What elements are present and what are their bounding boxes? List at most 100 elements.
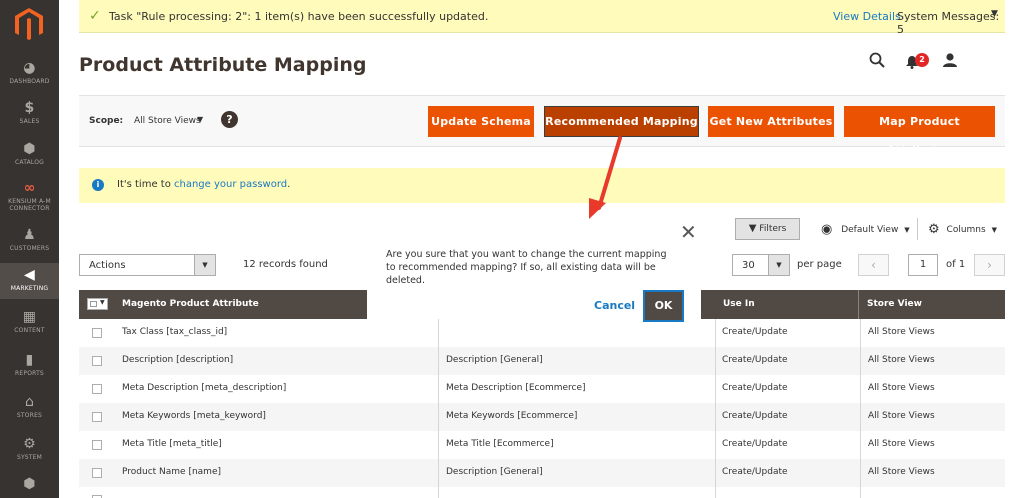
nav-item-catalog[interactable]: ⬢ CATALOG: [0, 141, 59, 166]
nav-label: STORES: [16, 412, 43, 419]
cell-store-view: All Store Views: [868, 327, 935, 337]
gear-icon: ⚙: [23, 436, 36, 452]
nav-item-dashboard[interactable]: ◕ DASHBOARD: [0, 60, 59, 85]
cell-store-view: All Store Views: [868, 355, 935, 365]
cell-attribute: Description [description]: [122, 355, 234, 365]
megaphone-icon: ◀: [24, 267, 35, 283]
password-notice: i It's time to change your password.: [79, 168, 1005, 203]
view-details-link[interactable]: View Details: [833, 10, 901, 23]
column-divider: [438, 319, 439, 498]
row-checkbox[interactable]: [92, 384, 102, 394]
column-header-attribute[interactable]: Magento Product Attribute: [122, 299, 259, 309]
mass-select-checkbox[interactable]: ▼: [87, 298, 108, 310]
cell-store-view: All Store Views: [868, 411, 935, 421]
nav-label: KENSIUM A-M: [8, 198, 51, 205]
notice-prefix: It's time to: [117, 179, 174, 190]
column-header-use-in[interactable]: Use In: [723, 299, 755, 309]
page-total: of 1: [946, 259, 966, 270]
nav-item-sales[interactable]: $ SALES: [0, 100, 59, 125]
nav-label: CUSTOMERS: [9, 245, 50, 252]
nav-label: CATALOG: [14, 159, 45, 166]
nav-label: CONTENT: [14, 327, 45, 334]
notice-text: It's time to change your password.: [117, 179, 290, 190]
cell-mapped: Description [General]: [446, 355, 543, 365]
content-icon: ▦: [22, 309, 37, 325]
person-icon: ♟: [23, 227, 36, 243]
recommended-mapping-button[interactable]: Recommended Mapping: [544, 106, 699, 137]
cell-use-in: Create/Update: [722, 467, 788, 477]
table-row[interactable]: Meta Title [meta_title] Meta Title [Ecom…: [79, 431, 1005, 459]
row-checkbox[interactable]: [92, 468, 102, 478]
checkbox-square: [90, 301, 97, 307]
chevron-down-icon: ▼: [100, 299, 105, 306]
dollar-icon: $: [24, 100, 35, 116]
columns-switcher[interactable]: ⚙ Columns ▼: [928, 222, 997, 237]
store-icon: ⌂: [24, 394, 35, 410]
prev-page-button[interactable]: ‹: [858, 254, 889, 276]
user-account-icon[interactable]: [942, 52, 958, 72]
table-row[interactable]: Product Name [name] Description [General…: [79, 459, 1005, 487]
ok-button[interactable]: OK: [643, 290, 684, 322]
magento-logo-icon[interactable]: [12, 6, 46, 42]
table-header-left: ▼ Magento Product Attribute: [79, 290, 367, 319]
column-divider: [860, 319, 861, 498]
table-row[interactable]: [79, 487, 1005, 498]
help-icon[interactable]: ?: [221, 111, 238, 128]
cell-attribute: Product Name [name]: [122, 467, 221, 477]
chevron-down-icon: ▼: [904, 226, 910, 234]
nav-item-reports[interactable]: ▮ REPORTS: [0, 352, 59, 377]
cell-use-in: Create/Update: [722, 355, 788, 365]
next-page-button[interactable]: ›: [974, 254, 1005, 276]
scope-switcher[interactable]: All Store Views: [134, 116, 201, 126]
row-checkbox[interactable]: [92, 440, 102, 450]
row-checkbox[interactable]: [92, 356, 102, 366]
confirm-message: Are you sure that you want to change the…: [386, 249, 667, 286]
map-product-attributes-button[interactable]: Map Product Attributes: [844, 106, 995, 157]
connector-icon: ∞: [23, 180, 36, 196]
column-divider: [715, 319, 716, 498]
notice-suffix: .: [287, 179, 291, 190]
search-icon[interactable]: [869, 52, 885, 72]
nav-label: SALES: [19, 118, 40, 125]
table-row[interactable]: Description [description] Description [G…: [79, 347, 1005, 375]
mass-actions-select[interactable]: Actions ▼: [79, 254, 216, 276]
checkmark-icon: ✓: [89, 8, 101, 24]
row-checkbox[interactable]: [92, 328, 102, 338]
filter-icon: ▼: [748, 223, 757, 234]
close-icon[interactable]: ✕: [680, 220, 697, 244]
column-header-store-view[interactable]: Store View: [867, 299, 922, 309]
table-row[interactable]: Meta Keywords [meta_keyword] Meta Keywor…: [79, 403, 1005, 431]
info-icon: i: [92, 179, 104, 191]
nav-item-customers[interactable]: ♟ CUSTOMERS: [0, 227, 59, 252]
scope-toolbar: Scope: All Store Views ▼ ? Update Schema…: [79, 95, 1005, 157]
cancel-button[interactable]: Cancel: [594, 299, 635, 312]
nav-item-system[interactable]: ⚙ SYSTEM: [0, 436, 59, 461]
row-checkbox[interactable]: [92, 412, 102, 422]
table-row[interactable]: Tax Class [tax_class_id] Create/Update A…: [79, 319, 1005, 347]
page-number-input[interactable]: 1: [908, 254, 938, 276]
default-view-switcher[interactable]: ◉ Default View ▼: [821, 222, 910, 237]
columns-label: Columns: [946, 225, 986, 235]
nav-item-kensium-connector[interactable]: ∞ KENSIUM A-M CONNECTOR: [0, 180, 59, 212]
nav-item-content[interactable]: ▦ CONTENT: [0, 309, 59, 334]
system-messages-toggle[interactable]: System Messages: 5: [897, 10, 1005, 36]
chevron-down-icon[interactable]: ▼: [197, 115, 203, 124]
change-password-link[interactable]: change your password: [174, 179, 287, 190]
nav-label: SYSTEM: [16, 454, 43, 461]
cell-mapped: Meta Title [Ecommerce]: [446, 439, 554, 449]
nav-item-extensions[interactable]: ⬢: [0, 476, 59, 494]
actions-label: Actions: [89, 260, 126, 271]
nav-item-stores[interactable]: ⌂ STORES: [0, 394, 59, 419]
chevron-down-icon: ▼: [991, 226, 997, 234]
table-row[interactable]: Meta Description [meta_description] Meta…: [79, 375, 1005, 403]
get-new-attributes-button[interactable]: Get New Attributes: [708, 106, 834, 137]
nav-item-marketing[interactable]: ◀ MARKETING: [0, 263, 59, 299]
scope-label: Scope:: [89, 116, 124, 126]
chevron-down-icon[interactable]: ▼: [991, 9, 998, 19]
filters-button[interactable]: ▼ Filters: [735, 218, 800, 240]
update-schema-button[interactable]: Update Schema: [428, 106, 534, 137]
cell-store-view: All Store Views: [868, 467, 935, 477]
header-divider: [858, 290, 859, 319]
per-page-select[interactable]: 30 ▼: [732, 254, 790, 276]
dashboard-icon: ◕: [23, 60, 36, 76]
